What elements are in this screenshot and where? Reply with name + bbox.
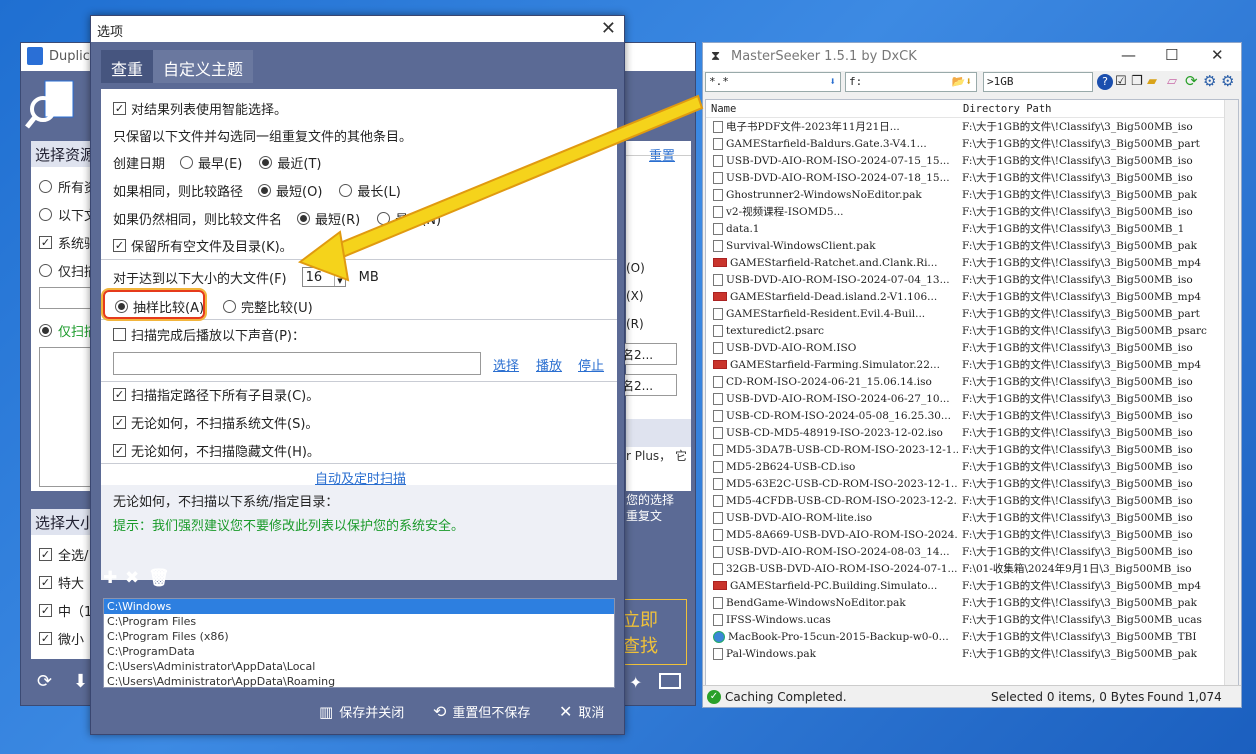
arrow-head [297, 230, 350, 282]
arrow-shaft [316, 94, 704, 266]
arrow-annotation [297, 94, 704, 282]
